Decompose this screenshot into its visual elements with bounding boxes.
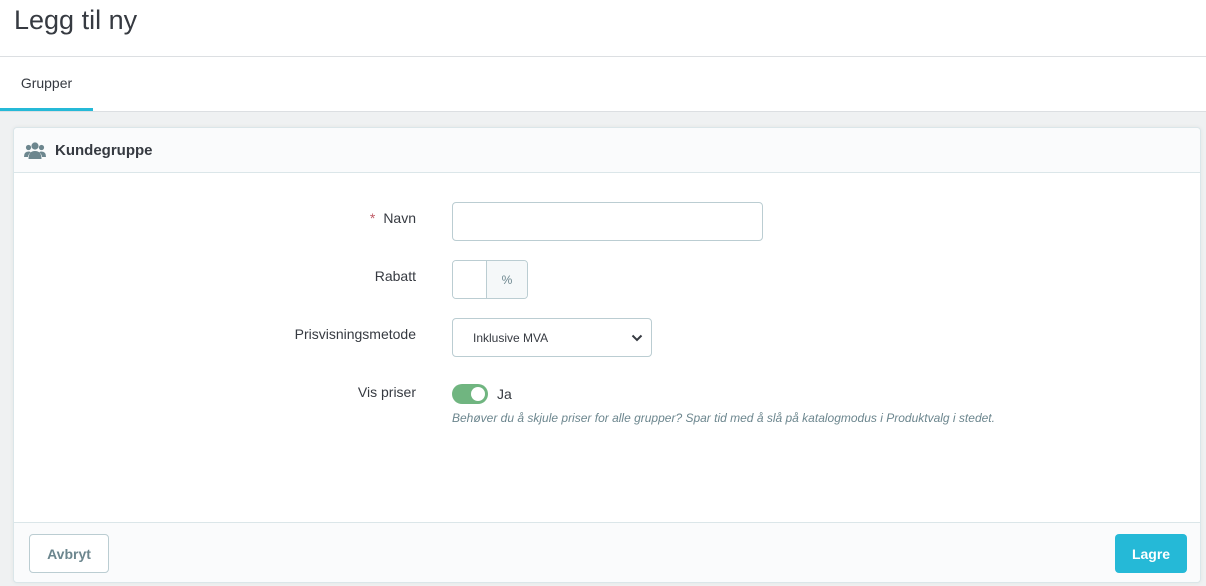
discount-input-group: % [452,260,528,299]
price-display-selected: Inklusive MVA [473,330,549,345]
price-display-select[interactable]: Inklusive MVA [452,318,652,357]
show-prices-toggle[interactable] [452,384,488,404]
save-button[interactable]: Lagre [1115,534,1187,573]
percent-addon: % [486,261,527,298]
show-prices-state: Ja [497,386,512,402]
card-footer: Avbryt Lagre [14,522,1200,582]
cancel-button[interactable]: Avbryt [29,534,109,573]
page-title: Legg til ny [14,5,138,35]
price-display-label: Prisvisningsmetode [294,326,416,342]
name-label-text: Navn [383,210,416,226]
discount-input[interactable] [453,261,486,298]
page-header: Legg til ny [0,0,1206,57]
discount-label: Rabatt [374,268,416,284]
card-header: Kundegruppe [14,128,1200,173]
name-input[interactable] [452,202,763,241]
tab-grupper[interactable]: Grupper [0,57,93,111]
customer-group-card: Kundegruppe * Navn Rabatt % Prisvisningsm… [13,127,1201,583]
show-prices-label: Vis priser [357,384,416,400]
card-title: Kundegruppe [55,142,153,159]
required-marker: * [369,210,376,226]
tabs-bar: Grupper [0,57,1206,112]
users-icon [24,142,46,159]
chevron-down-icon [631,334,643,342]
name-label: * Navn [370,210,416,226]
toggle-knob [471,387,485,401]
show-prices-help: Behøver du å skjule priser for alle grup… [452,411,995,425]
